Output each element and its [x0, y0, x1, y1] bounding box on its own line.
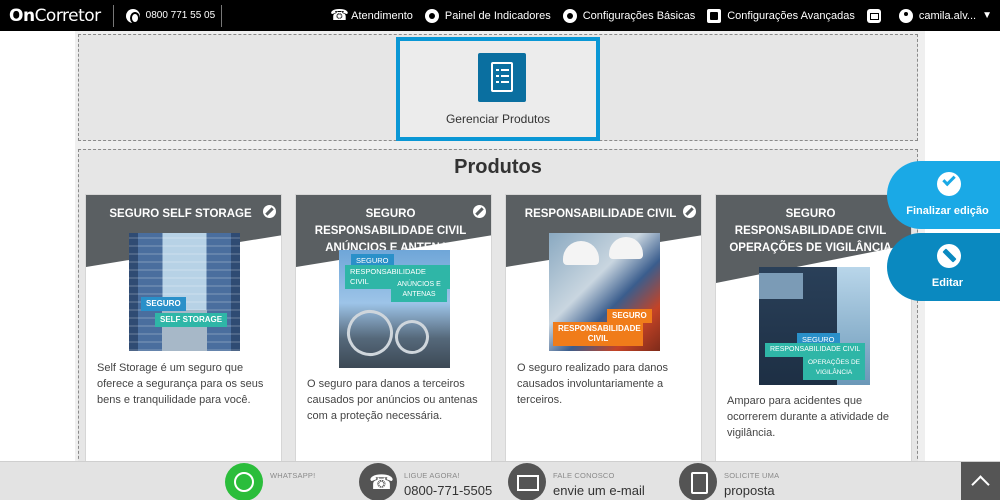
- call-label: LIGUE AGORA!: [404, 470, 460, 480]
- image-tag: RESPONSABILIDADE CIVIL: [765, 343, 866, 357]
- image-tag: ANÚNCIOS E ANTENAS: [391, 278, 447, 302]
- edit-label: Editar: [931, 277, 964, 289]
- card-description: Self Storage é um seguro que oferece a s…: [97, 362, 264, 406]
- section-title: Produtos: [454, 156, 542, 178]
- calculator-icon: [679, 462, 717, 500]
- document-icon: [707, 8, 722, 23]
- finish-editing-label: Finalizar edição: [906, 205, 989, 217]
- image-tag: SELF STORAGE: [155, 313, 228, 327]
- email-label: FALE CONOSCO: [553, 470, 615, 480]
- edit-button[interactable]: Editar: [887, 233, 1000, 301]
- nav-label: Painel de Indicadores: [444, 9, 551, 22]
- product-image: SEGURO RESPONSABILIDADE CIVIL OPERAÇÕES …: [759, 267, 870, 385]
- product-card[interactable]: SEGURO RESPONSABILIDADE CIVIL OPERAÇÕES …: [715, 194, 912, 464]
- pencil-icon: [937, 244, 961, 268]
- envelope-icon: [508, 462, 546, 500]
- nav-configuracoes-basicas[interactable]: Configurações Básicas: [562, 8, 696, 23]
- scroll-to-top-button[interactable]: [961, 462, 1000, 500]
- whatsapp-icon: [225, 462, 263, 500]
- finish-editing-button[interactable]: Finalizar edição: [887, 161, 1000, 229]
- main-content: Gerenciar Produtos Produtos SEGURO SELF …: [75, 31, 925, 469]
- products-section: Produtos SEGURO SELF STORAGE SEGURO SELF…: [78, 149, 918, 469]
- manage-products-button[interactable]: Gerenciar Produtos: [396, 37, 600, 141]
- wrench-icon[interactable]: [263, 205, 276, 218]
- nav-atendimento[interactable]: Atendimento: [330, 6, 413, 24]
- quote-contact[interactable]: SOLICITE UMA proposta: [679, 462, 779, 500]
- product-image: SEGURO RESPONSABILIDADE CIVIL ANÚNCIOS E…: [339, 250, 450, 368]
- gear-icon: [562, 8, 577, 23]
- nav-label: Configurações Básicas: [582, 9, 696, 22]
- user-icon: [898, 8, 913, 23]
- header-phone[interactable]: 0800 771 55 05: [125, 8, 216, 24]
- chevron-down-icon: ▼: [982, 10, 992, 21]
- gear-icon: [424, 8, 439, 23]
- divider: [112, 4, 114, 27]
- user-name: camila.alv...: [918, 9, 977, 22]
- header-phone-number: 0800 771 55 05: [145, 10, 216, 21]
- nav-label: Configurações Avançadas: [727, 9, 855, 22]
- wrench-icon[interactable]: [473, 205, 486, 218]
- header-nav: Atendimento Painel de Indicadores Config…: [330, 0, 1000, 31]
- divider: [221, 4, 223, 27]
- image-tag: RESPONSABILIDADE CIVIL: [553, 322, 643, 346]
- user-menu[interactable]: camila.alv... ▼: [898, 8, 1000, 23]
- whatsapp-contact[interactable]: WHATSAPP!: [225, 462, 315, 500]
- image-tag: SEGURO: [141, 297, 186, 311]
- image-tag: OPERAÇÕES DE VIGILÂNCIA: [803, 356, 865, 380]
- call-number: 0800-771-5505: [404, 482, 493, 498]
- nav-painel-indicadores[interactable]: Painel de Indicadores: [424, 8, 551, 23]
- card-description: O seguro realizado para danos causados i…: [517, 362, 669, 406]
- manage-products-label: Gerenciar Produtos: [445, 112, 551, 126]
- phone-icon: [359, 462, 397, 500]
- call-contact[interactable]: LIGUE AGORA! 0800-771-5505: [359, 462, 492, 500]
- product-image: SEGURO SELF STORAGE: [129, 233, 240, 351]
- nav-messages[interactable]: [866, 8, 887, 23]
- product-image: SEGURO RESPONSABILIDADE CIVIL: [549, 233, 660, 351]
- oncorretor-logo[interactable]: OnCorretor: [9, 6, 101, 26]
- product-card[interactable]: SEGURO SELF STORAGE SEGURO SELF STORAGE …: [85, 194, 282, 464]
- nav-configuracoes-avancadas[interactable]: Configurações Avançadas: [707, 8, 855, 23]
- card-title: SEGURO RESPONSABILIDADE CIVIL OPERAÇÕES …: [729, 208, 892, 254]
- product-card[interactable]: SEGURO RESPONSABILIDADE CIVIL ANÚNCIOS E…: [295, 194, 492, 464]
- image-tag: SEGURO: [607, 309, 652, 323]
- quote-cta: proposta: [724, 482, 775, 498]
- phone-icon: [330, 6, 349, 24]
- card-description: O seguro para danos a terceiros causados…: [307, 378, 478, 422]
- check-circle-icon: [937, 172, 961, 196]
- top-navigation-bar: OnCorretor 0800 771 55 05 Atendimento Pa…: [0, 0, 1000, 31]
- list-document-icon: [478, 53, 526, 102]
- card-description: Amparo para acidentes que ocorrerem dura…: [727, 395, 890, 439]
- wrench-icon[interactable]: [683, 205, 696, 218]
- product-card[interactable]: RESPONSABILIDADE CIVIL SEGURO RESPONSABI…: [505, 194, 702, 464]
- mail-icon: [866, 8, 881, 23]
- card-title: RESPONSABILIDADE CIVIL: [524, 208, 677, 220]
- manage-section: Gerenciar Produtos: [78, 34, 918, 141]
- email-cta: envie um e-mail: [553, 482, 645, 498]
- quote-label: SOLICITE UMA: [724, 470, 780, 480]
- contact-bar: WHATSAPP! LIGUE AGORA! 0800-771-5505 FAL…: [0, 461, 1000, 500]
- whatsapp-label: WHATSAPP!: [270, 471, 316, 480]
- email-contact[interactable]: FALE CONOSCO envie um e-mail: [508, 462, 645, 500]
- card-title: SEGURO SELF STORAGE: [109, 208, 252, 220]
- phone-badge-icon: [125, 8, 140, 24]
- nav-label: Atendimento: [351, 9, 413, 22]
